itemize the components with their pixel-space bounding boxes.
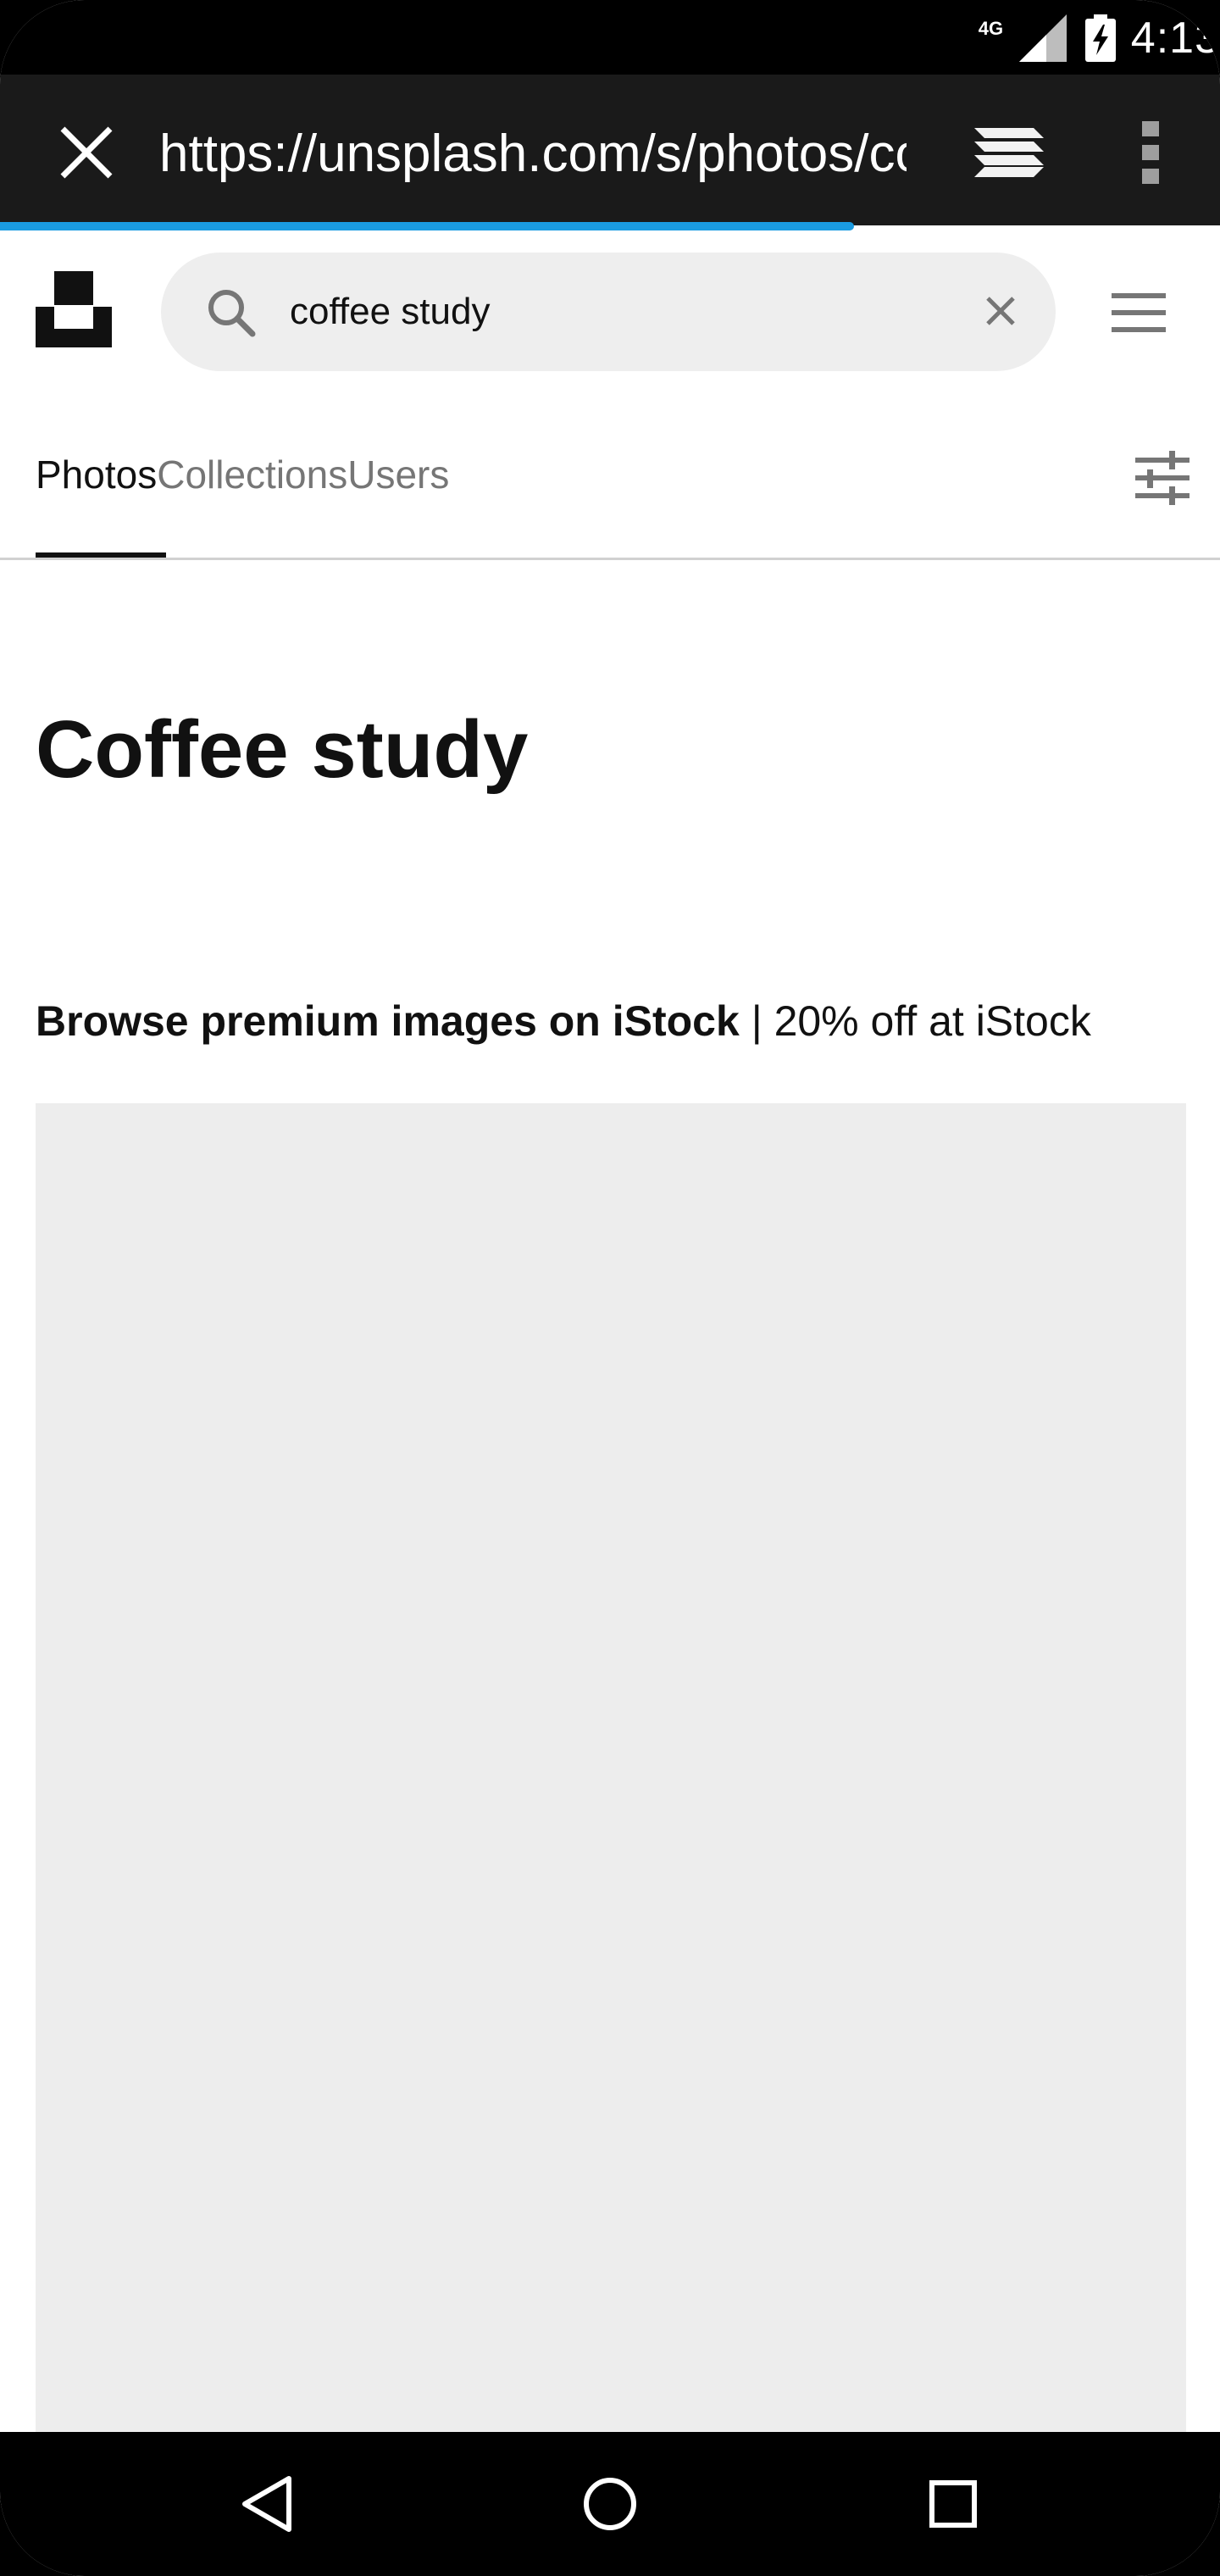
status-icons: 4G 4:13 [979,8,1220,68]
nav-back-button[interactable] [229,2466,305,2542]
tab-switcher-icon [974,128,1044,177]
promo-link[interactable]: Browse premium images on iStock [36,997,740,1045]
tabs-divider [0,558,1220,560]
tab-switcher-button[interactable] [957,112,1062,193]
search-input[interactable] [290,278,951,346]
back-triangle-icon [242,2476,291,2532]
close-tab-button[interactable] [42,112,130,193]
page-title: Coffee study [36,704,529,795]
promo-discount: | 20% off at iStock [739,997,1091,1045]
url-bar[interactable]: https://unsplash.com/s/photos/coffee-stu… [159,120,907,188]
browser-toolbar: https://unsplash.com/s/photos/coffee-stu… [0,75,1220,225]
promo-line: Browse premium images on iStock | 20% of… [36,997,1091,1046]
battery-charging-icon [1084,14,1116,62]
status-bar: 4G 4:13 [0,0,1220,75]
browser-menu-button[interactable] [1115,112,1186,193]
network-type-label: 4G [978,18,1004,39]
signal-icon: 4G [979,11,1070,65]
recents-square-icon [929,2480,977,2528]
home-circle-icon [584,2478,636,2530]
hamburger-menu-icon[interactable] [1106,285,1171,341]
system-nav-bar [0,2432,1220,2576]
status-time: 4:13 [1130,14,1220,63]
search-box[interactable] [161,253,1056,371]
clear-icon[interactable] [981,291,1020,330]
page-load-progress [0,222,854,230]
tab-users[interactable]: Users [347,441,449,508]
nav-recents-button[interactable] [915,2466,991,2542]
photo-placeholder[interactable] [36,1103,1186,2434]
filter-sliders-icon[interactable] [1132,447,1193,508]
nav-home-button[interactable] [572,2466,648,2542]
close-icon [60,126,113,179]
search-tabs: Photos Collections Users [36,441,449,508]
phone-screen: 4G 4:13 https://unsplash.com/s/photos/co… [0,0,1220,2576]
tab-photos[interactable]: Photos [36,441,157,508]
unsplash-logo[interactable] [36,271,112,347]
more-vert-icon [1142,121,1159,184]
search-icon [208,290,256,337]
tab-collections[interactable]: Collections [157,441,347,508]
